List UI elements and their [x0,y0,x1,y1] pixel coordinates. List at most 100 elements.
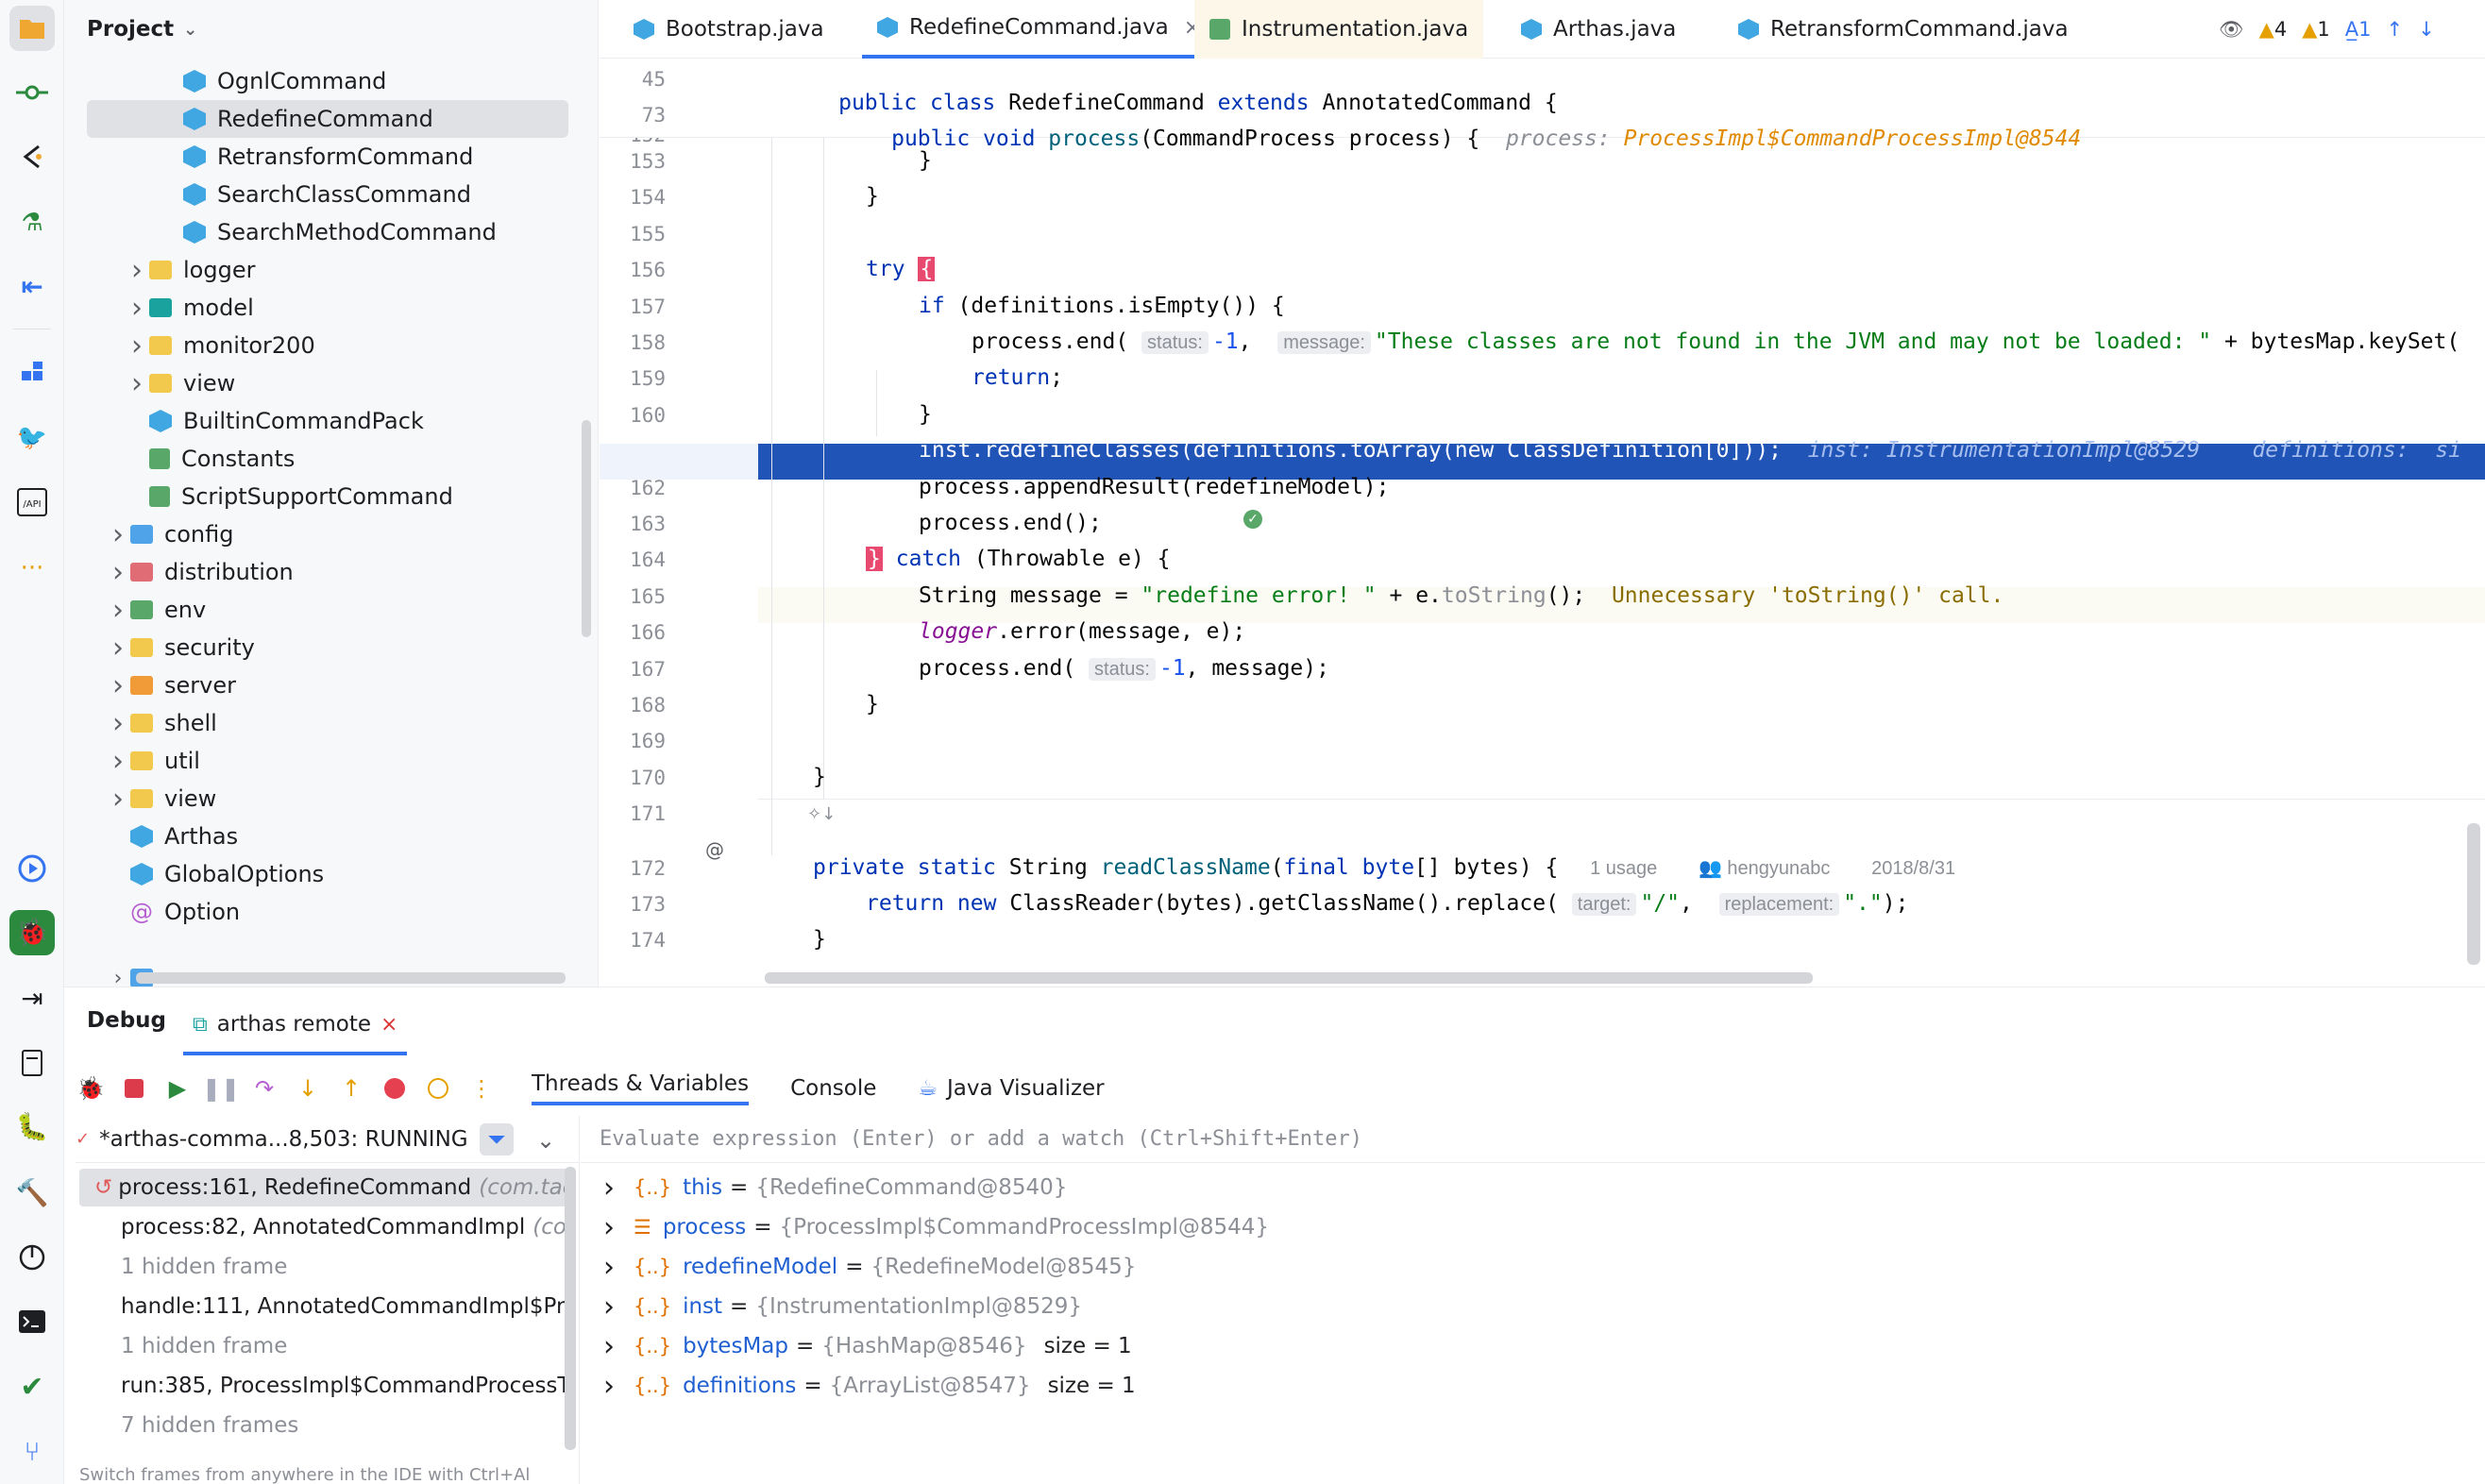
debug-session-tab[interactable]: ⧉ arthas remote × [183,997,408,1055]
frames-scrollbar[interactable] [565,1167,576,1450]
variable-row[interactable]: › {..} redefineModel = {RedefineModel@8545} [603,1248,1136,1286]
chevron-down-icon[interactable]: ⌄ [536,1127,555,1154]
variable-row[interactable]: › ☰ process = {ProcessImpl$CommandProcessImp… [603,1208,1269,1246]
pull-requests-icon[interactable] [9,134,55,179]
project-tool-icon[interactable] [9,6,55,51]
tree-item[interactable]: RedefineCommand [87,100,568,138]
bug-icon[interactable]: 🐛 [9,1105,55,1150]
previous-highlight-icon[interactable]: ↑ [2386,18,2403,41]
tree-item[interactable]: ScriptSupportCommand [64,478,453,515]
tree-item[interactable]: › view [64,780,216,818]
services-icon[interactable] [9,349,55,395]
view-breakpoints-icon[interactable] [380,1073,410,1104]
tree-item[interactable]: SearchMethodCommand [64,213,497,251]
editor-scrollbar[interactable] [2467,823,2480,965]
variable-row[interactable]: › {..} bytesMap = {HashMap@8546} size = 1 [603,1327,1132,1365]
close-icon[interactable]: × [380,1013,397,1037]
variable-row[interactable]: › {..} this = {RedefineCommand@8540} [603,1169,1067,1206]
chevron-right-icon[interactable]: › [603,1172,626,1205]
chevron-right-icon[interactable]: › [106,556,130,589]
mute-breakpoints-icon[interactable] [423,1073,453,1104]
weak-warning-count[interactable]: ▲1 [2302,18,2330,41]
chevron-right-icon[interactable]: › [106,745,130,778]
more-tools-icon[interactable]: ··· [9,546,55,591]
resume-icon[interactable]: ▶ [162,1073,193,1104]
step-over-icon[interactable]: ↷ [249,1073,279,1104]
debug-tool-icon[interactable]: 🐞 [9,910,55,955]
project-horizontal-scrollbar[interactable] [136,972,566,984]
tree-item[interactable]: › view [64,364,235,402]
hidden-frames-row[interactable]: 7 hidden frames [79,1407,570,1444]
chevron-right-icon[interactable]: › [106,594,130,627]
step-out-icon[interactable]: ↑ [336,1073,366,1104]
tree-item[interactable]: Constants [64,440,295,478]
git-branch-icon[interactable]: ⑂ [9,1429,55,1475]
flask-icon[interactable]: ⚗ [9,200,55,245]
warning-count[interactable]: ▲4 [2259,18,2288,41]
chevron-right-icon[interactable]: › [125,329,149,363]
chevron-right-icon[interactable]: › [106,632,130,665]
chevron-right-icon[interactable]: › [106,707,130,740]
tree-item[interactable]: OgnlCommand [64,62,386,100]
pause-icon[interactable]: ❚❚ [202,1073,240,1104]
tab-threads-variables[interactable]: Threads & Variables [532,1071,750,1105]
editor-tab[interactable]: Instrumentation.java [1194,0,1484,59]
tree-item[interactable]: SearchClassCommand [64,176,471,213]
tree-item[interactable]: @ Option [64,893,240,931]
variable-row[interactable]: › {..} inst = {InstrumentationImpl@8529} [603,1288,1082,1325]
chevron-right-icon[interactable]: › [603,1370,626,1403]
api-icon[interactable]: /API [9,480,55,525]
tree-item[interactable]: › env [64,591,206,629]
checkmark-icon[interactable]: ✔ [9,1365,55,1410]
chevron-right-icon[interactable]: › [125,254,149,287]
run-icon[interactable] [9,846,55,891]
editor-tab[interactable]: RetransformCommand.java [1723,0,2084,59]
variable-row[interactable]: › {..} definitions = {ArrayList@8547} size = … [603,1367,1136,1405]
tree-item[interactable]: › config [64,515,233,553]
chevron-right-icon[interactable]: › [603,1290,626,1324]
reader-mode-icon[interactable]: 👁 [2219,18,2244,42]
stack-frame[interactable]: handle:111, AnnotatedCommandImpl$Process [79,1288,570,1325]
ai-codelens-icon[interactable]: ✧↓ [807,804,836,824]
stack-frame[interactable]: process:82, AnnotatedCommandImpl(com.tao [79,1208,570,1246]
tree-item[interactable]: › distribution [64,553,294,591]
profiler-icon[interactable] [9,1235,55,1280]
chevron-right-icon[interactable]: › [125,292,149,325]
stop-icon[interactable] [119,1073,149,1104]
tab-console[interactable]: Console [790,1076,876,1101]
editor-tab[interactable]: RedefineCommand.java × [862,0,1217,59]
evaluate-expression-input[interactable]: Evaluate expression (Enter) or add a wat… [581,1116,2485,1163]
tree-item[interactable]: › monitor200 [64,327,315,364]
chevron-down-icon[interactable]: ⌄ [183,20,197,40]
chevron-right-icon[interactable]: › [106,518,130,551]
tree-item[interactable]: GlobalOptions [64,855,324,893]
more-options-icon[interactable]: ⋮ [466,1073,497,1104]
terminal-icon[interactable] [9,1299,55,1344]
hidden-frames-row[interactable]: 1 hidden frame [79,1248,570,1286]
sticky-method-declaration[interactable]: public void process(CommandProcess proce… [813,102,2081,176]
editor-tab[interactable]: Bootstrap.java [618,0,839,59]
chevron-right-icon[interactable]: › [106,969,130,987]
implements-gutter-icon[interactable]: @ [705,838,724,861]
rerun-icon[interactable]: 🐞 [76,1073,106,1104]
editor-tab[interactable]: Arthas.java [1506,0,1691,59]
code-editor[interactable]: logger.info( format: class="str">"Try re… [600,59,2485,987]
structure-icon[interactable]: ⇤ [9,264,55,310]
chevron-right-icon[interactable]: › [603,1251,626,1284]
inspection-widget[interactable]: 👁 ▲4 ▲1 A̲1 ↑ ↓ [2219,0,2435,59]
next-highlight-icon[interactable]: ↓ [2418,18,2435,41]
stack-frame[interactable]: ↺ process:161, RedefineCommand (com.taoba… [79,1169,570,1206]
tree-item[interactable]: Arthas [64,818,238,855]
tree-item[interactable]: › server [64,666,236,704]
chevron-right-icon[interactable]: › [106,669,130,702]
filter-icon[interactable]: ⏷ [480,1123,514,1155]
project-scrollbar[interactable] [582,420,591,637]
editor-horizontal-scrollbar[interactable] [765,972,1813,984]
commit-icon[interactable] [9,70,55,115]
chevron-right-icon[interactable]: › [125,367,149,400]
project-header[interactable]: Project ⌄ [87,13,197,45]
tree-item[interactable]: › security [64,629,255,666]
step-into-icon[interactable]: ↓ [293,1073,323,1104]
tree-item[interactable]: BuiltinCommandPack [64,402,424,440]
tree-item[interactable]: › model [64,289,254,327]
